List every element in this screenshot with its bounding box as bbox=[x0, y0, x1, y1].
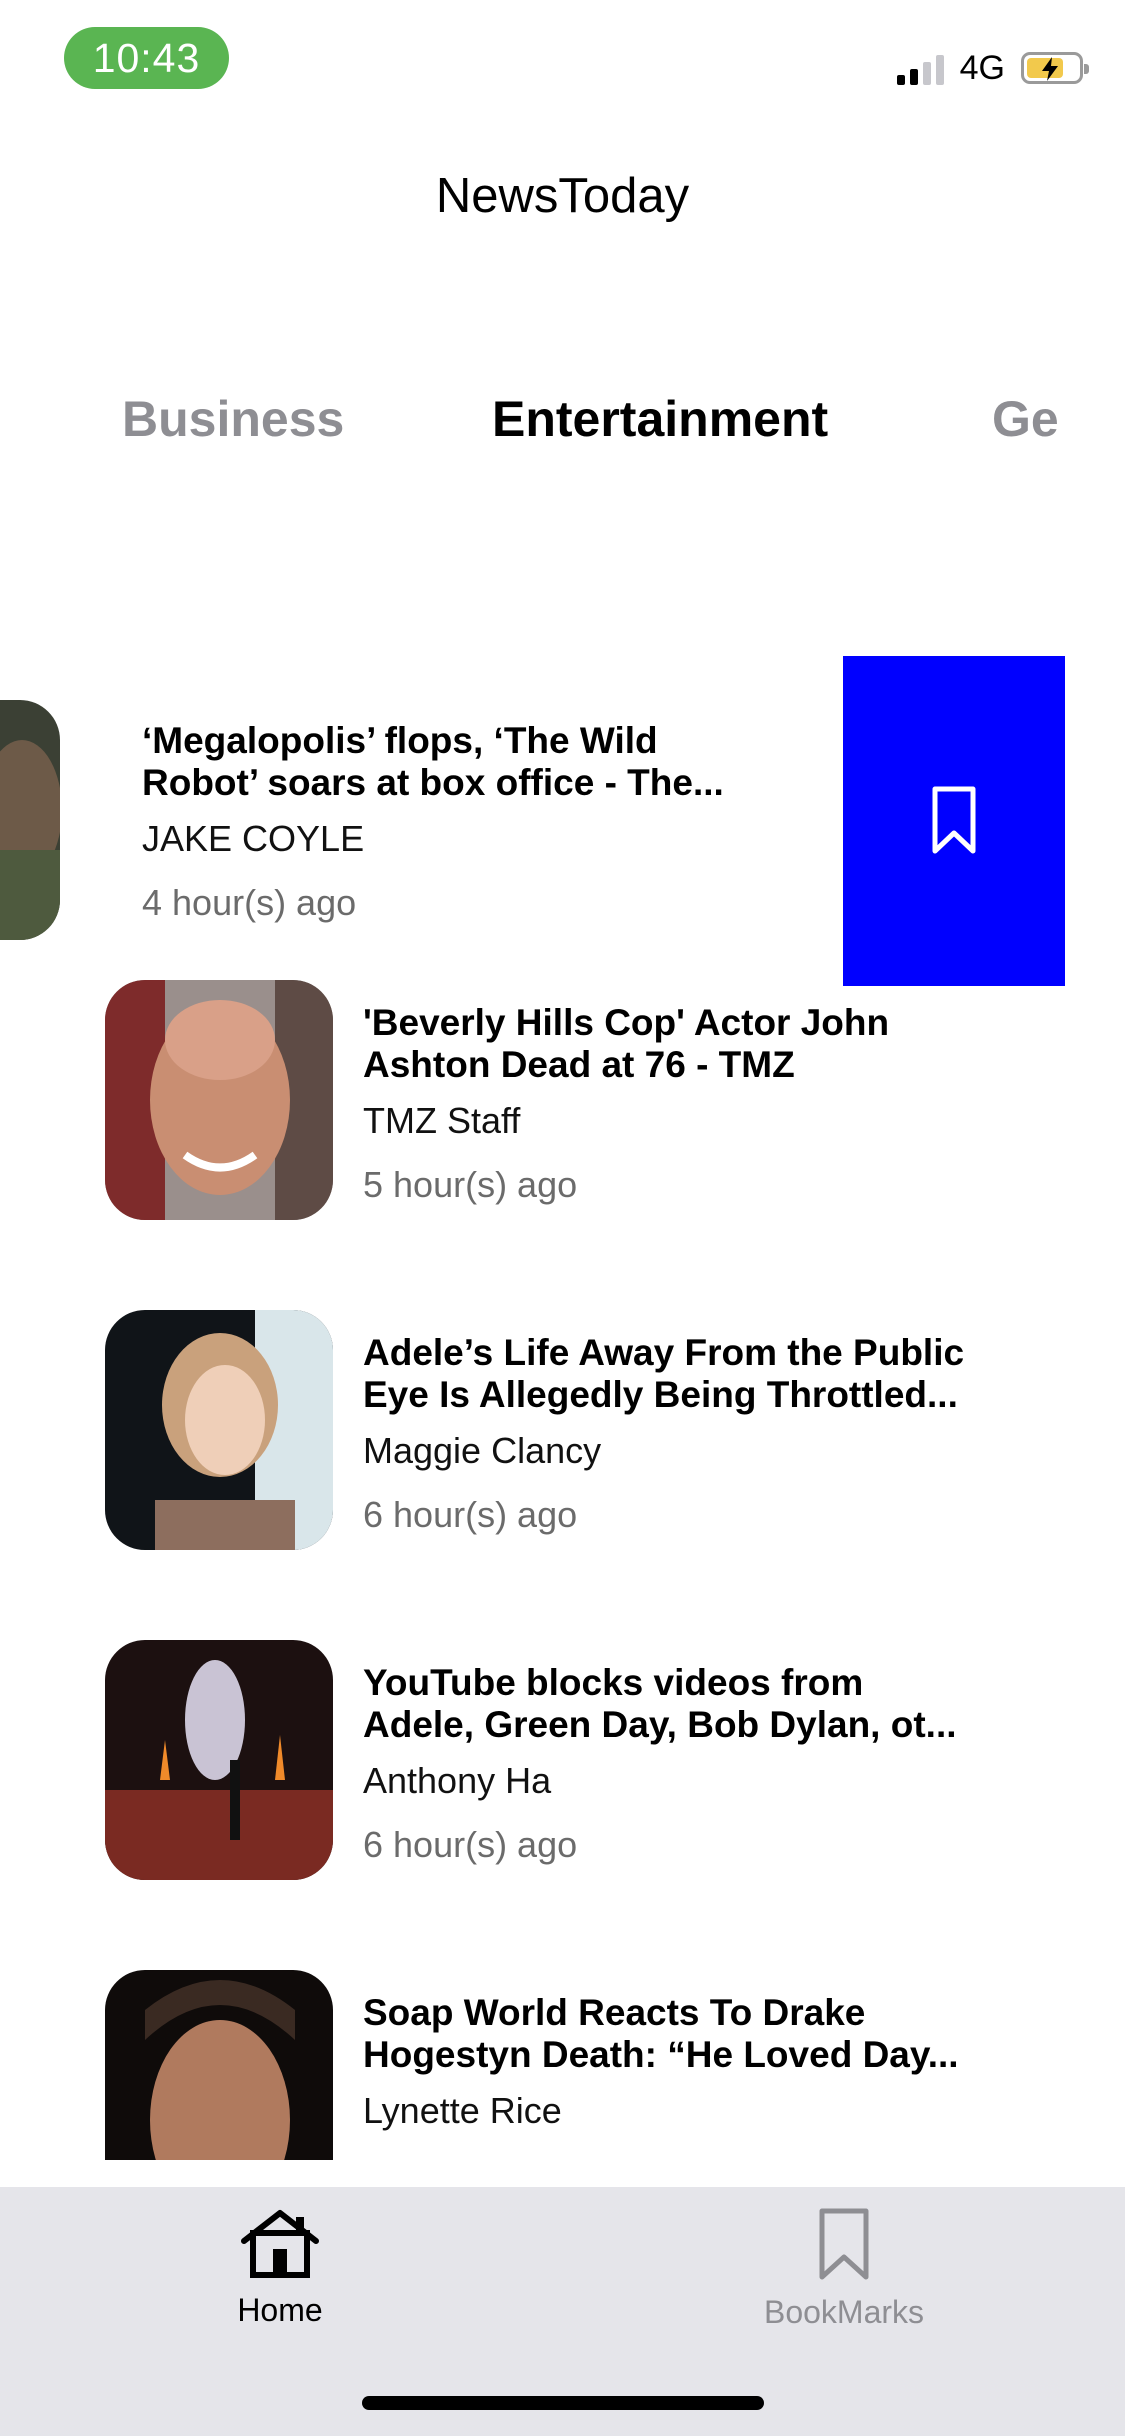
tab-general[interactable]: Ge bbox=[992, 390, 1059, 448]
article-time: 6 hour(s) ago bbox=[363, 1494, 578, 1535]
news-row[interactable]: ‘Megalopolis’ flops, ‘The Wild Robot’ so… bbox=[0, 650, 1125, 986]
article-headline: Adele’s Life Away From the Public Eye Is… bbox=[363, 1332, 965, 1415]
home-indicator bbox=[362, 2396, 764, 2410]
status-indicators: 4G bbox=[896, 48, 1089, 88]
tab-bookmarks-label: BookMarks bbox=[763, 2294, 925, 2330]
article-author: JAKE COYLE bbox=[142, 818, 365, 859]
article-time: 5 hour(s) ago bbox=[363, 1164, 578, 1205]
signal-icon bbox=[896, 51, 944, 85]
article-text: ‘Megalopolis’ flops, ‘The Wild Robot’ so… bbox=[142, 720, 762, 924]
article-headline: YouTube blocks videos from Adele, Green … bbox=[363, 1662, 957, 1745]
bookmark-icon bbox=[819, 2208, 869, 2280]
category-tabs: Business Entertainment Ge bbox=[0, 390, 1065, 460]
article-text: YouTube blocks videos from Adele, Green … bbox=[363, 1662, 983, 1866]
article-author: Anthony Ha bbox=[363, 1760, 552, 1801]
article-thumbnail bbox=[105, 980, 333, 1220]
news-row[interactable]: 'Beverly Hills Cop' Actor John Ashton De… bbox=[0, 980, 1125, 1310]
article-headline: 'Beverly Hills Cop' Actor John Ashton De… bbox=[363, 1002, 890, 1085]
article-text: Adele’s Life Away From the Public Eye Is… bbox=[363, 1332, 983, 1536]
battery-icon bbox=[1021, 52, 1089, 84]
news-list[interactable]: ‘Megalopolis’ flops, ‘The Wild Robot’ so… bbox=[0, 650, 1125, 2160]
article-thumbnail bbox=[105, 1640, 333, 1880]
article-headline: ‘Megalopolis’ flops, ‘The Wild Robot’ so… bbox=[142, 720, 724, 803]
status-time: 10:43 bbox=[64, 27, 229, 89]
tab-business[interactable]: Business bbox=[122, 390, 344, 448]
home-icon bbox=[241, 2210, 319, 2278]
article-author: TMZ Staff bbox=[363, 1100, 521, 1141]
tab-home[interactable]: Home bbox=[150, 2207, 410, 2329]
article-time: 6 hour(s) ago bbox=[363, 1824, 578, 1865]
article-headline: Soap World Reacts To Drake Hogestyn Deat… bbox=[363, 1992, 959, 2075]
article-thumbnail bbox=[105, 1970, 333, 2160]
bookmark-icon bbox=[932, 786, 976, 854]
article-author: Lynette Rice bbox=[363, 2090, 562, 2131]
article-author: Maggie Clancy bbox=[363, 1430, 602, 1471]
app-title: NewsToday bbox=[435, 169, 690, 223]
article-time: 4 hour(s) ago bbox=[142, 882, 357, 923]
tab-entertainment[interactable]: Entertainment bbox=[492, 390, 828, 448]
article-text: 'Beverly Hills Cop' Actor John Ashton De… bbox=[363, 1002, 983, 1206]
article-thumbnail bbox=[0, 700, 60, 940]
article-text: Soap World Reacts To Drake Hogestyn Deat… bbox=[363, 1992, 983, 2132]
news-row[interactable]: YouTube blocks videos from Adele, Green … bbox=[0, 1640, 1125, 1970]
article-thumbnail bbox=[105, 1310, 333, 1550]
network-type: 4G bbox=[959, 48, 1005, 87]
tab-bookmarks[interactable]: BookMarks bbox=[714, 2207, 974, 2331]
tab-home-label: Home bbox=[237, 2292, 323, 2328]
news-row[interactable]: Adele’s Life Away From the Public Eye Is… bbox=[0, 1310, 1125, 1640]
news-row[interactable]: Soap World Reacts To Drake Hogestyn Deat… bbox=[0, 1970, 1125, 2160]
bookmark-action-button[interactable] bbox=[843, 656, 1065, 986]
